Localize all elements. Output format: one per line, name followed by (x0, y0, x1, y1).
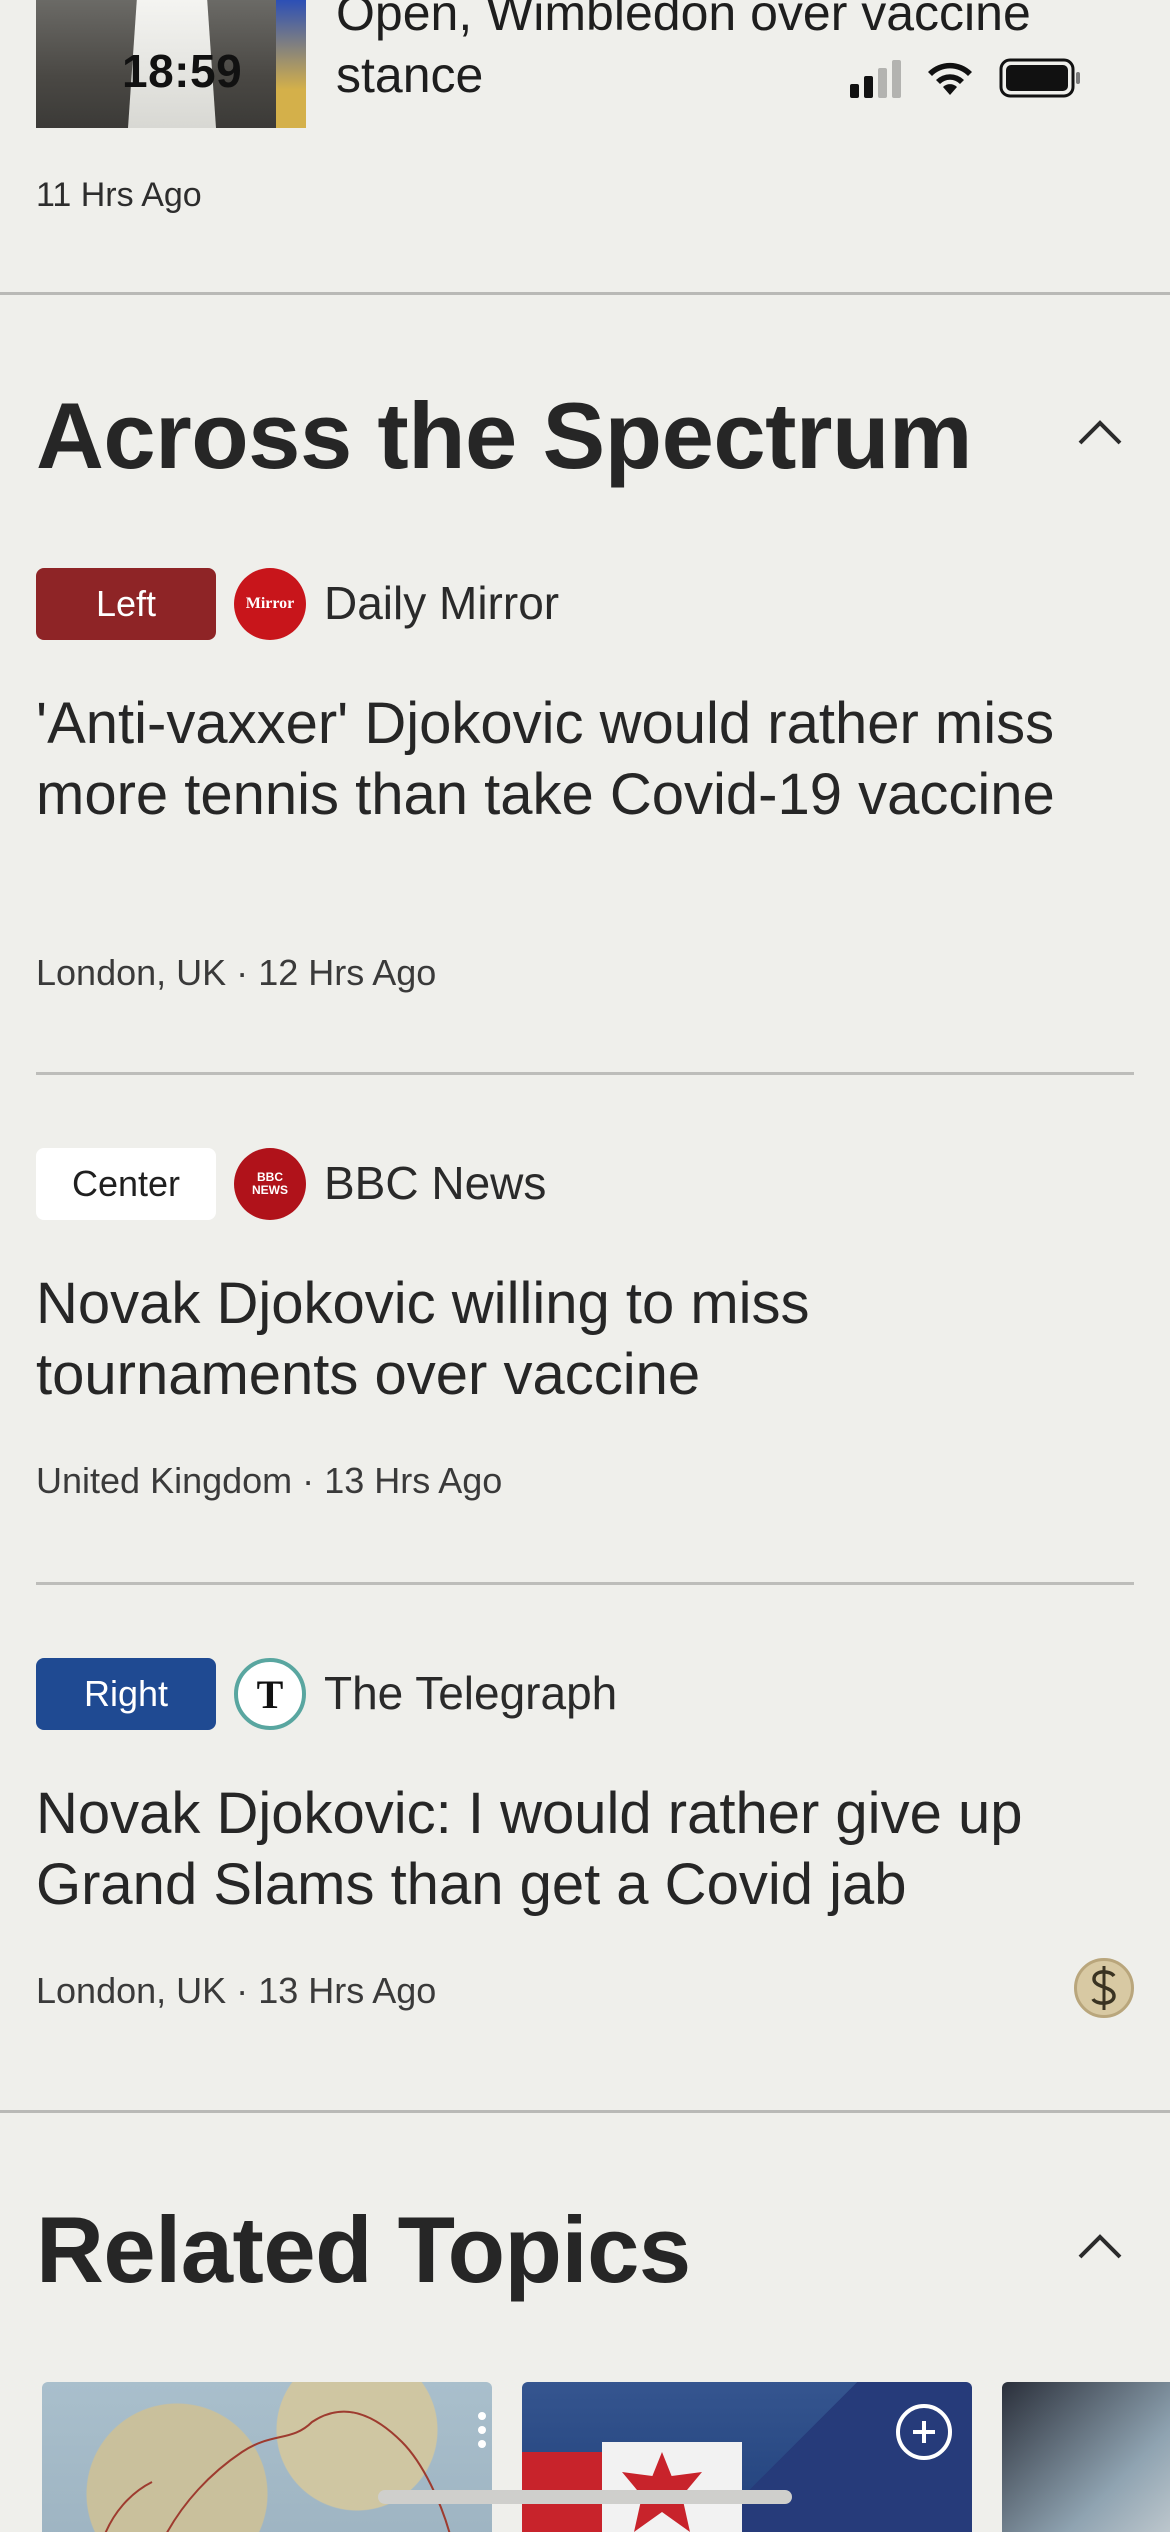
logo-text: BBC NEWS (252, 1170, 288, 1197)
bias-badge-left: Left (36, 568, 216, 640)
logo-text: T (256, 1671, 284, 1717)
logo-text: Mirror (245, 595, 295, 612)
meta-separator: · (236, 1970, 249, 2011)
article-meta: London, UK · 13 Hrs Ago (36, 1970, 436, 2012)
thumbnail-flag (276, 0, 306, 128)
wifi-icon (928, 62, 972, 95)
source-name[interactable]: Daily Mirror (324, 576, 559, 630)
chevron-up-icon (1078, 420, 1122, 445)
article-meta: London, UK · 12 Hrs Ago (36, 952, 436, 994)
article-location: United Kingdom (36, 1460, 293, 1501)
source-name[interactable]: The Telegraph (324, 1666, 617, 1720)
dollar-coin-icon[interactable] (1074, 1958, 1134, 2018)
article-time: 12 Hrs Ago (258, 952, 437, 993)
article-meta: United Kingdom · 13 Hrs Ago (36, 1460, 502, 1502)
article-divider (36, 1582, 1134, 1585)
home-indicator[interactable] (378, 2490, 792, 2504)
map-thumbnail (104, 2410, 451, 2532)
article-headline[interactable]: Novak Djokovic willing to miss tournamen… (36, 1268, 1126, 1410)
cellular-signal-icon (850, 58, 901, 98)
status-bar-time: 18:59 (122, 45, 243, 97)
section-divider (0, 2110, 1170, 2113)
section-divider (0, 292, 1170, 295)
article-location: London, UK (36, 952, 227, 993)
meta-separator: · (236, 952, 249, 993)
top-story-time: 11 Hrs Ago (36, 176, 202, 214)
article-time: 13 Hrs Ago (324, 1460, 503, 1501)
status-bar-icons (850, 54, 1083, 102)
bias-badge-right: Right (36, 1658, 216, 1730)
source-name[interactable]: BBC News (324, 1156, 546, 1210)
related-topic-card[interactable] (42, 2382, 492, 2532)
more-vertical-icon[interactable] (462, 2402, 492, 2458)
article-location: London, UK (36, 1970, 227, 2011)
paywall-dollar-glyph (1091, 1966, 1116, 2010)
telegraph-logo: T (234, 1658, 306, 1730)
chevron-up-icon (1078, 2234, 1122, 2259)
bbc-news-logo: BBC NEWS (234, 1148, 306, 1220)
collapse-across-spectrum-button[interactable] (1068, 400, 1132, 464)
plus-glyph (913, 2421, 935, 2443)
across-spectrum-title: Across the Spectrum (36, 383, 973, 488)
plus-circle-icon[interactable] (896, 2404, 952, 2460)
related-topic-card[interactable] (522, 2382, 972, 2532)
related-topic-card[interactable] (1002, 2382, 1170, 2532)
bias-badge-center: Center (36, 1148, 216, 1220)
article-headline[interactable]: Novak Djokovic: I would rather give up G… (36, 1778, 1126, 1920)
app-screen: Open, Wimbledon over vaccine stance 11 H… (0, 0, 1170, 2532)
meta-separator: · (302, 1460, 315, 1501)
battery-icon (999, 58, 1080, 98)
article-headline[interactable]: 'Anti-vaxxer' Djokovic would rather miss… (36, 688, 1126, 830)
article-time: 13 Hrs Ago (258, 1970, 437, 2011)
article-divider (36, 1072, 1134, 1075)
related-topics-title: Related Topics (36, 2197, 691, 2302)
collapse-related-topics-button[interactable] (1068, 2214, 1132, 2278)
daily-mirror-logo: Mirror (234, 568, 306, 640)
